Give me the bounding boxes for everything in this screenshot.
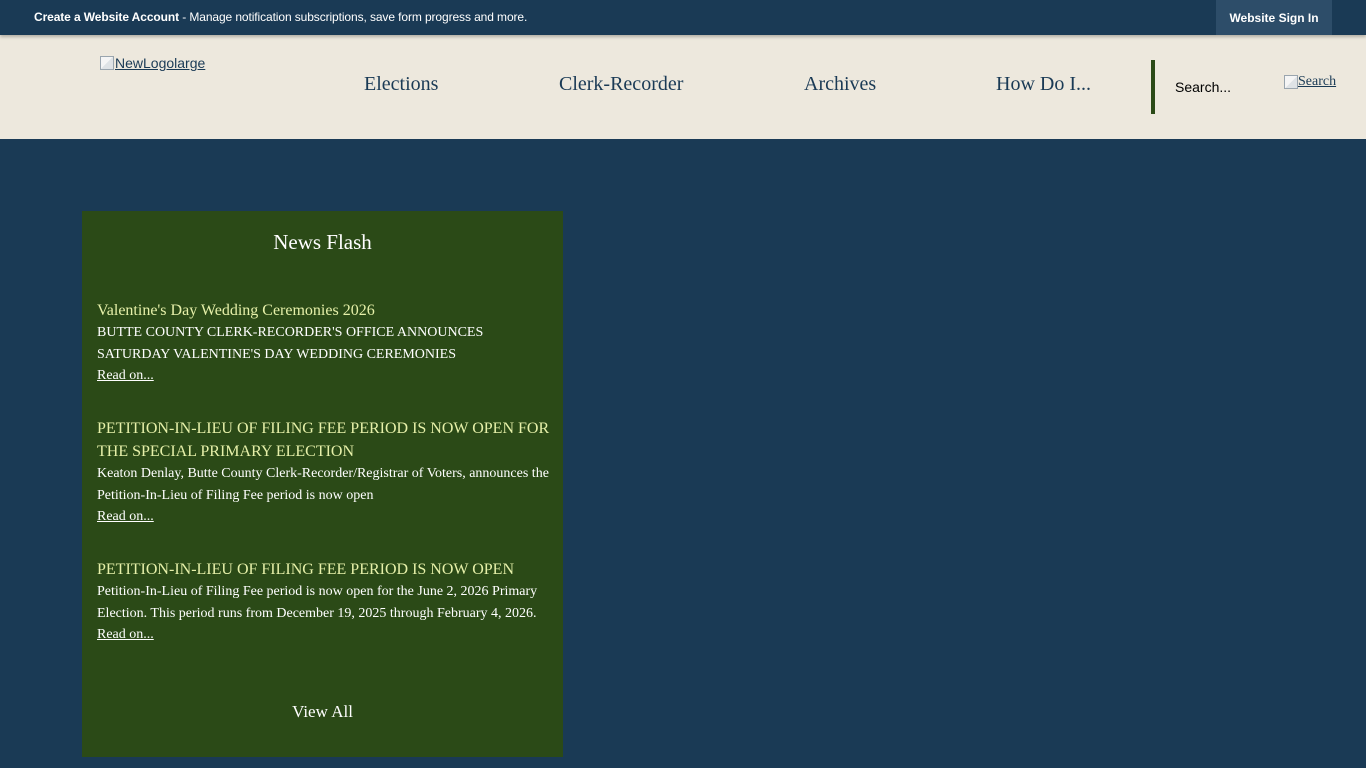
news-article: PETITION-IN-LIEU OF FILING FEE PERIOD IS… xyxy=(97,558,552,645)
logo-alt-text: NewLogolarge xyxy=(115,55,206,71)
site-logo-link[interactable]: NewLogolarge xyxy=(100,55,205,71)
news-article-description: Petition-In-Lieu of Filing Fee period is… xyxy=(97,584,538,621)
broken-image-icon xyxy=(100,56,114,70)
search-button[interactable]: Search xyxy=(1284,74,1336,90)
website-sign-in-button[interactable]: Website Sign In xyxy=(1216,0,1332,35)
site-header: NewLogolarge Elections Clerk-Recorder Ar… xyxy=(0,35,1366,139)
broken-image-icon xyxy=(1284,75,1298,89)
news-article-title[interactable]: Valentine's Day Wedding Ceremonies 2026 xyxy=(97,299,552,322)
read-on-link[interactable]: Read on... xyxy=(97,507,154,527)
news-article: PETITION-IN-LIEU OF FILING FEE PERIOD IS… xyxy=(97,417,552,527)
create-account-label: Create a Website Account xyxy=(34,10,179,24)
search-button-alt-text: Search xyxy=(1298,74,1337,89)
create-account-link[interactable]: Create a Website Account - Manage notifi… xyxy=(34,10,527,24)
news-article-title[interactable]: PETITION-IN-LIEU OF FILING FEE PERIOD IS… xyxy=(97,558,552,581)
news-article-description: Keaton Denlay, Butte County Clerk-Record… xyxy=(97,466,549,503)
nav-how-do-i[interactable]: How Do I... xyxy=(996,73,1091,96)
news-article-description: BUTTE COUNTY CLERK-RECORDER'S OFFICE ANN… xyxy=(97,325,484,362)
nav-clerk-recorder[interactable]: Clerk-Recorder xyxy=(559,73,683,96)
nav-elections[interactable]: Elections xyxy=(364,73,438,96)
create-account-description: - Manage notification subscriptions, sav… xyxy=(178,10,528,24)
view-all-link[interactable]: View All xyxy=(82,702,563,722)
news-flash-title: News Flash xyxy=(273,230,372,254)
news-article: Valentine's Day Wedding Ceremonies 2026 … xyxy=(97,299,552,386)
read-on-link[interactable]: Read on... xyxy=(97,625,154,645)
top-utility-bar: Create a Website Account - Manage notifi… xyxy=(0,0,1366,35)
news-article-title[interactable]: PETITION-IN-LIEU OF FILING FEE PERIOD IS… xyxy=(97,417,552,463)
news-flash-panel: News Flash Valentine's Day Wedding Cerem… xyxy=(82,211,563,757)
nav-archives[interactable]: Archives xyxy=(804,73,876,96)
search-accent-bar xyxy=(1151,60,1155,114)
search-input[interactable] xyxy=(1160,71,1280,103)
read-on-link[interactable]: Read on... xyxy=(97,366,154,386)
